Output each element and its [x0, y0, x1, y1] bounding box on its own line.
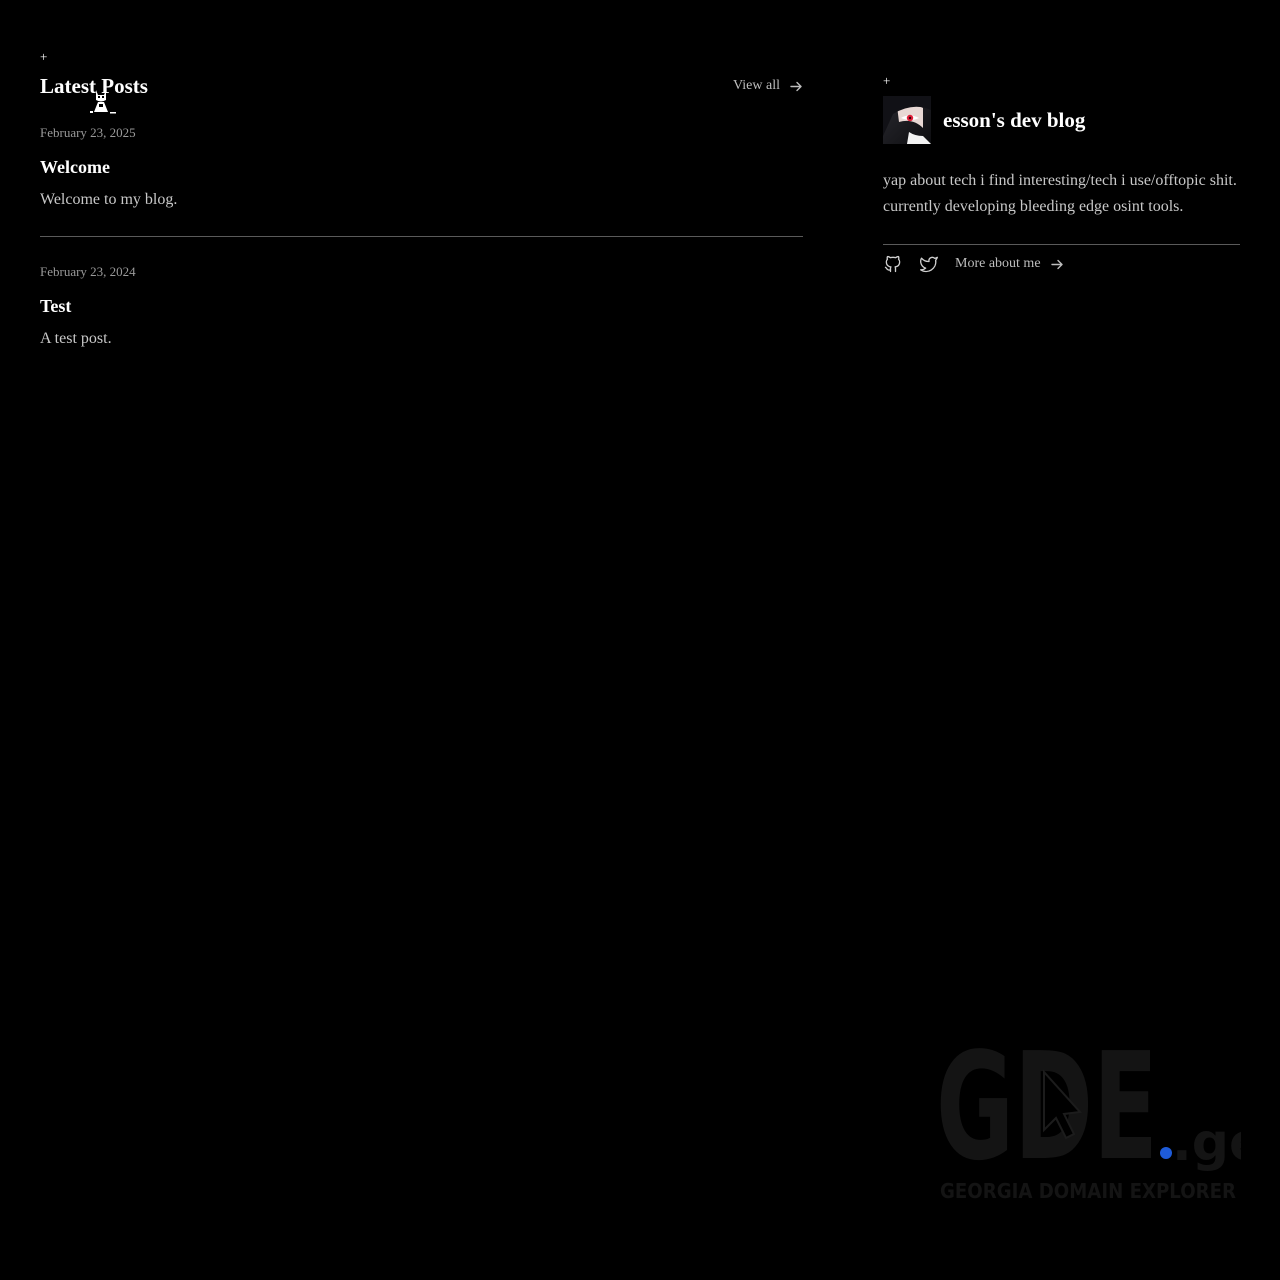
posts-header: Latest Posts View all	[40, 66, 803, 114]
github-icon[interactable]	[883, 254, 903, 274]
avatar[interactable]	[883, 96, 931, 144]
post-date: February 23, 2024	[40, 264, 136, 279]
watermark-tagline: GEORGIA DOMAIN EXPLORER	[940, 1179, 1236, 1203]
latest-posts-section: + Latest Posts View all February 23, 202…	[40, 48, 803, 349]
post-item: February 23, 2025 Welcome Welcome to my …	[40, 106, 803, 237]
social-links: More about me	[883, 254, 1240, 274]
view-all-link[interactable]: View all	[733, 66, 803, 106]
page: + Latest Posts View all February 23, 202…	[0, 0, 1280, 1280]
gde-watermark-logo: GDE .ge GEORGIA DOMAIN EXPLORER	[936, 1030, 1241, 1203]
profile-header: esson's dev blog	[883, 96, 1240, 144]
more-about-me-link[interactable]: More about me	[955, 256, 1064, 272]
watermark-tld: .ge	[1172, 1113, 1241, 1173]
post-description: A test post.	[40, 330, 112, 347]
post-title-link[interactable]: Welcome	[40, 156, 803, 178]
arrow-right-icon	[1050, 259, 1063, 269]
bio-text: yap about tech i find interesting/tech i…	[883, 172, 1237, 215]
post-item: February 23, 2024 Test A test post.	[40, 237, 803, 349]
more-about-me-label: More about me	[955, 256, 1041, 271]
blog-title: esson's dev blog	[943, 107, 1086, 132]
post-description: Welcome to my blog.	[40, 191, 178, 208]
post-title-link[interactable]: Test	[40, 295, 803, 317]
plus-marker: +	[883, 73, 891, 88]
arrow-right-icon	[790, 81, 802, 91]
profile-sidebar: + esson's dev blog yap about tech i find…	[883, 72, 1240, 274]
view-all-label: View all	[733, 78, 780, 93]
sidebar-divider	[883, 244, 1240, 245]
twitter-icon[interactable]	[919, 254, 939, 274]
cat-mascot-icon	[90, 90, 116, 114]
post-date: February 23, 2025	[40, 125, 136, 140]
plus-marker: +	[40, 49, 48, 64]
